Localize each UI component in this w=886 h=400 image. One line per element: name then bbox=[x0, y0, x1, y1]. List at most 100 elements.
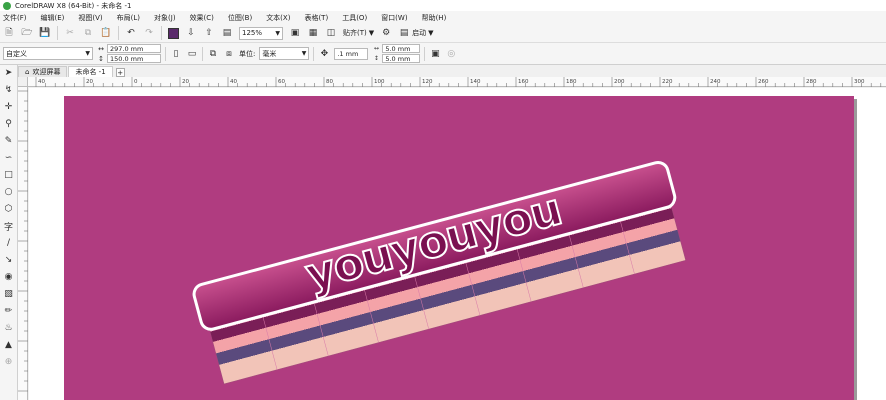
ruler-label: 100 bbox=[374, 79, 385, 85]
nudge-distance-field[interactable]: .1 mm bbox=[334, 47, 369, 60]
menu-tools[interactable]: 工具(O) bbox=[342, 13, 367, 23]
separator bbox=[161, 26, 162, 40]
interactive-tools-icon[interactable]: ◉ bbox=[3, 271, 15, 283]
new-document-icon[interactable]: 🗎 bbox=[3, 27, 15, 39]
ruler-label: 240 bbox=[710, 79, 721, 85]
units-select[interactable]: 毫米 ▼ bbox=[259, 47, 310, 60]
duplicate-x-icon: ↔ bbox=[373, 45, 379, 52]
menu-help[interactable]: 帮助(H) bbox=[422, 13, 447, 23]
menu-layout[interactable]: 布局(L) bbox=[117, 13, 140, 23]
horizontal-ruler[interactable]: 40 20 0 20 40 60 80 100 120 140 160 180 200 220 240 260… bbox=[28, 77, 886, 87]
polygon-tool-icon[interactable]: ⬡ bbox=[3, 203, 15, 215]
undo-icon[interactable]: ↶ bbox=[125, 27, 137, 39]
menu-edit[interactable]: 编辑(E) bbox=[41, 13, 65, 23]
current-page-icon[interactable]: ⧈ bbox=[223, 48, 235, 60]
ruler-label: 260 bbox=[758, 79, 769, 85]
export-icon[interactable]: ⇧ bbox=[203, 27, 215, 39]
ruler-label: 60 bbox=[278, 79, 285, 85]
copy-icon[interactable]: ⧉ bbox=[82, 27, 94, 39]
guidelines-icon[interactable]: ◫ bbox=[325, 27, 337, 39]
connector-tool-icon[interactable]: ↘ bbox=[3, 254, 15, 266]
transparency-tool-icon[interactable]: ▧ bbox=[3, 288, 15, 300]
chevron-down-icon: ▼ bbox=[301, 50, 307, 57]
3d-text-artwork[interactable]: youyouyou bbox=[64, 96, 854, 400]
text-tool-icon[interactable]: 字 bbox=[3, 220, 15, 233]
title-bar: CorelDRAW X8 (64-Bit) - 未命名 -1 bbox=[0, 0, 886, 11]
full-screen-icon[interactable]: ▣ bbox=[289, 27, 301, 39]
ruler-label: 160 bbox=[518, 79, 529, 85]
artistic-media-icon[interactable]: ∽ bbox=[3, 152, 15, 164]
snap-to-dropdown[interactable]: 贴齐(T) ▼ bbox=[343, 28, 374, 38]
landscape-icon[interactable]: ▭ bbox=[186, 48, 198, 60]
tab-label: 未命名 -1 bbox=[75, 68, 106, 76]
publish-pdf-icon[interactable]: ▤ bbox=[221, 27, 233, 39]
transparency-icon[interactable]: ◎ bbox=[445, 48, 457, 60]
smart-fill-icon[interactable]: ▲ bbox=[3, 339, 15, 351]
pick-tool-icon[interactable]: ➤ bbox=[3, 67, 15, 79]
menu-bitmaps[interactable]: 位图(B) bbox=[228, 13, 252, 23]
paste-icon[interactable]: 📋 bbox=[100, 27, 112, 39]
ruler-label: 180 bbox=[566, 79, 577, 85]
units-value: 毫米 bbox=[262, 49, 277, 58]
bleed-icon[interactable]: ▣ bbox=[429, 48, 441, 60]
duplicate-distance: ↔ 5.0 mm ↕ 5.0 mm bbox=[372, 44, 421, 63]
separator bbox=[57, 26, 58, 40]
freehand-tool-icon[interactable]: ✎ bbox=[3, 135, 15, 147]
units-label: 单位: bbox=[239, 49, 256, 58]
shape-tool-icon[interactable]: ↯ bbox=[3, 84, 15, 96]
add-tool-icon[interactable]: ⊕ bbox=[3, 356, 15, 368]
duplicate-x-field[interactable]: 5.0 mm bbox=[382, 44, 421, 53]
page-size-select[interactable]: 自定义 ▼ bbox=[3, 47, 93, 60]
menu-bar: 文件(F) 编辑(E) 视图(V) 布局(L) 对象(J) 效果(C) 位图(B… bbox=[0, 11, 886, 24]
vertical-ruler[interactable] bbox=[18, 87, 28, 400]
menu-file[interactable]: 文件(F) bbox=[3, 13, 27, 23]
zoom-tool-icon[interactable]: ⚲ bbox=[3, 118, 15, 130]
rectangle-tool-icon[interactable]: □ bbox=[3, 169, 15, 181]
menu-view[interactable]: 视图(V) bbox=[78, 13, 102, 23]
page-size-value: 自定义 bbox=[6, 49, 27, 58]
separator bbox=[118, 26, 119, 40]
drawing-workspace[interactable]: youyouyou bbox=[29, 88, 886, 400]
ruler-label: 280 bbox=[806, 79, 817, 85]
ruler-origin[interactable] bbox=[18, 77, 28, 87]
open-folder-icon[interactable]: 🗁 bbox=[21, 27, 33, 39]
eyedropper-tool-icon[interactable]: ✏ bbox=[3, 305, 15, 317]
page-height-field[interactable]: 150.0 mm bbox=[107, 54, 161, 63]
ruler-label: 80 bbox=[326, 79, 333, 85]
ruler-label: 40 bbox=[38, 79, 45, 85]
menu-effects[interactable]: 效果(C) bbox=[190, 13, 214, 23]
all-pages-icon[interactable]: ⧉ bbox=[207, 48, 219, 60]
property-bar: 自定义 ▼ ↔ 297.0 mm ↕ 150.0 mm ▯ ▭ ⧉ ⧈ 单位: … bbox=[0, 43, 886, 65]
zoom-level-select[interactable]: 125% ▼ bbox=[239, 26, 283, 40]
cut-icon[interactable]: ✂ bbox=[64, 27, 76, 39]
vertical-ruler-ticks bbox=[18, 90, 28, 392]
ruler-label: 140 bbox=[470, 79, 481, 85]
corel-connect-icon[interactable] bbox=[168, 27, 179, 39]
drawing-page[interactable]: youyouyou bbox=[64, 96, 854, 400]
tab-label: 欢迎屏幕 bbox=[32, 68, 61, 76]
standard-toolbar: 🗎 🗁 💾 ✂ ⧉ 📋 ↶ ↷ ⇩ ⇧ ▤ 125% ▼ ▣ ▦ ◫ 贴齐(T)… bbox=[0, 24, 886, 43]
chevron-down-icon: ▼ bbox=[85, 50, 90, 57]
new-tab-button[interactable]: + bbox=[115, 68, 125, 77]
menu-text[interactable]: 文本(X) bbox=[266, 13, 290, 23]
redo-icon[interactable]: ↷ bbox=[143, 27, 155, 39]
crop-tool-icon[interactable]: ✛ bbox=[3, 101, 15, 113]
page-dimensions: ↔ 297.0 mm ↕ 150.0 mm bbox=[97, 44, 161, 63]
launch-dropdown[interactable]: ▤ 启动 ▼ bbox=[398, 27, 434, 39]
parallel-dimension-icon[interactable]: ∕ bbox=[3, 237, 15, 249]
import-icon[interactable]: ⇩ bbox=[185, 27, 197, 39]
duplicate-y-field[interactable]: 5.0 mm bbox=[382, 54, 421, 63]
portrait-icon[interactable]: ▯ bbox=[170, 48, 182, 60]
ellipse-tool-icon[interactable]: ○ bbox=[3, 186, 15, 198]
menu-window[interactable]: 窗口(W) bbox=[381, 13, 407, 23]
page-width-field[interactable]: 297.0 mm bbox=[107, 44, 161, 53]
tab-untitled-document[interactable]: 未命名 -1 bbox=[68, 66, 113, 77]
rulers-icon[interactable]: ▦ bbox=[307, 27, 319, 39]
tab-welcome-screen[interactable]: ⌂ 欢迎屏幕 bbox=[18, 66, 68, 77]
menu-table[interactable]: 表格(T) bbox=[304, 13, 328, 23]
menu-object[interactable]: 对象(J) bbox=[154, 13, 176, 23]
options-gear-icon[interactable]: ⚙ bbox=[380, 27, 392, 39]
chevron-down-icon: ▼ bbox=[428, 29, 434, 37]
interactive-fill-icon[interactable]: ♨ bbox=[3, 322, 15, 334]
save-icon[interactable]: 💾 bbox=[39, 27, 51, 39]
